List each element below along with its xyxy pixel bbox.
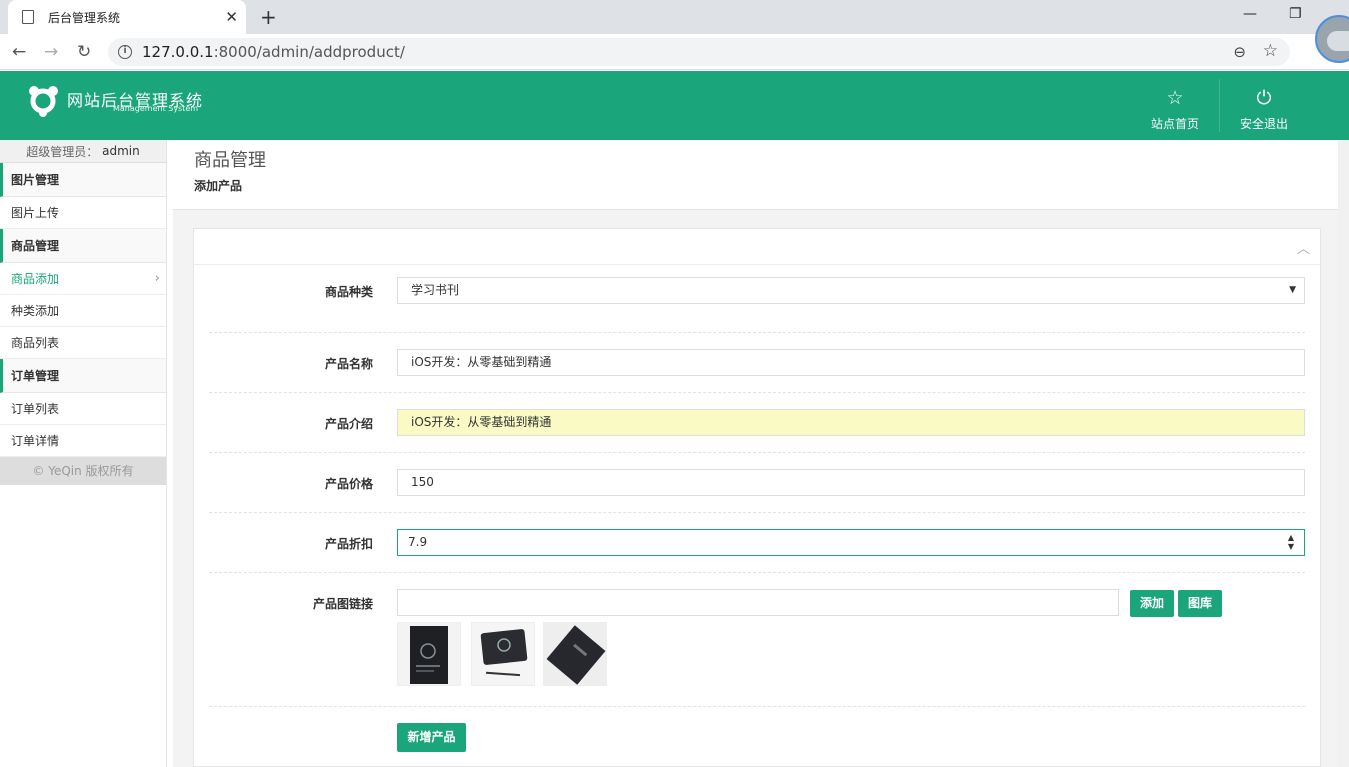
sidebar-item-order-list[interactable]: 订单列表: [0, 393, 166, 425]
reload-icon[interactable]: ↻: [77, 42, 91, 62]
close-tab-icon[interactable]: ✕: [225, 8, 238, 26]
panel-header: ︿: [194, 229, 1320, 265]
minimize-icon[interactable]: —: [1243, 6, 1257, 22]
chevron-right-icon: ›: [154, 271, 160, 286]
copyright: © YeQin 版权所有: [0, 457, 166, 485]
url-text: 127.0.0.1:8000/admin/addproduct/: [142, 43, 405, 61]
product-name-input[interactable]: iOS开发：从零基础到精通: [397, 349, 1305, 376]
product-discount-input[interactable]: 7.9 ▲ ▼: [397, 529, 1305, 556]
logo-icon: [29, 86, 58, 117]
sidebar-item-order-detail[interactable]: 订单详情: [0, 425, 166, 457]
form-panel: ︿ 商品种类 学习书刊 ▼ 产品名称 iOS开发：从零基础到精通 产品介绍 iO…: [193, 228, 1321, 767]
sidebar-item-add-category[interactable]: 种类添加: [0, 295, 166, 327]
submit-product-button[interactable]: 新增产品: [397, 723, 466, 752]
browser-toolbar: ← → ↻ i 127.0.0.1:8000/admin/addproduct/…: [0, 34, 1349, 93]
restore-icon[interactable]: ❐: [1289, 6, 1302, 22]
image-link-input[interactable]: [397, 589, 1119, 616]
product-intro-input[interactable]: iOS开发：从零基础到精通: [397, 409, 1305, 436]
collapse-icon[interactable]: ︿: [1297, 238, 1310, 257]
brand-subtitle: Management System: [113, 104, 199, 113]
bookmark-star-icon[interactable]: ☆: [1263, 41, 1278, 61]
tab-title: 后台管理系统: [48, 10, 121, 25]
address-bar[interactable]: i 127.0.0.1:8000/admin/addproduct/ ⊖ ☆: [108, 38, 1290, 66]
forward-icon[interactable]: →: [44, 42, 58, 62]
sidebar-group-images[interactable]: 图片管理: [0, 163, 166, 197]
new-tab-icon[interactable]: +: [260, 5, 277, 29]
page-title: 商品管理: [194, 150, 266, 171]
gallery-button[interactable]: 图库: [1178, 590, 1222, 617]
page-subtitle: 添加产品: [194, 179, 243, 193]
site-home-button[interactable]: ☆ 站点首页: [1131, 71, 1219, 140]
product-price-input[interactable]: 150: [397, 469, 1305, 496]
stepper-icon[interactable]: ▲ ▼: [1288, 533, 1294, 551]
browser-tabbar: 后台管理系统 ✕ + — ❐: [0, 0, 1349, 34]
product-image-thumbnail[interactable]: [543, 622, 607, 686]
logout-button[interactable]: ⏻ 安全退出: [1220, 71, 1308, 140]
power-icon: ⏻: [1256, 87, 1272, 109]
sidebar-group-products[interactable]: 商品管理: [0, 229, 166, 263]
page-icon: [22, 10, 34, 24]
page-scrollbar[interactable]: [1338, 140, 1349, 767]
star-icon: ☆: [1166, 87, 1184, 109]
sidebar-item-image-upload[interactable]: 图片上传: [0, 197, 166, 229]
sidebar-item-product-list[interactable]: 商品列表: [0, 327, 166, 359]
page-header: 商品管理 添加产品: [173, 140, 1338, 210]
sidebar-item-add-product[interactable]: 商品添加 ›: [0, 263, 166, 295]
back-icon[interactable]: ←: [12, 42, 26, 62]
sidebar-group-orders[interactable]: 订单管理: [0, 359, 166, 393]
main-content: 商品管理 添加产品 ︿ 商品种类 学习书刊 ▼ 产品名称 iOS开发：从零基础到…: [173, 140, 1338, 767]
dropdown-arrow-icon: ▼: [1289, 285, 1296, 295]
product-image-thumbnail[interactable]: [471, 622, 535, 686]
admin-info: 超级管理员： admin: [0, 140, 166, 163]
product-image-thumbnail[interactable]: [397, 622, 461, 686]
browser-tab[interactable]: 后台管理系统 ✕: [8, 0, 246, 34]
info-icon[interactable]: i: [118, 45, 132, 59]
category-select[interactable]: 学习书刊 ▼: [397, 277, 1305, 304]
zoom-icon[interactable]: ⊖: [1233, 43, 1246, 61]
app-header: 网站后台管理系统 Management System ☆ 站点首页 ⏻ 安全退出: [0, 71, 1349, 140]
add-image-button[interactable]: 添加: [1130, 590, 1174, 617]
sidebar: 超级管理员： admin 图片管理 图片上传 商品管理 商品添加 › 种类添加 …: [0, 140, 167, 767]
